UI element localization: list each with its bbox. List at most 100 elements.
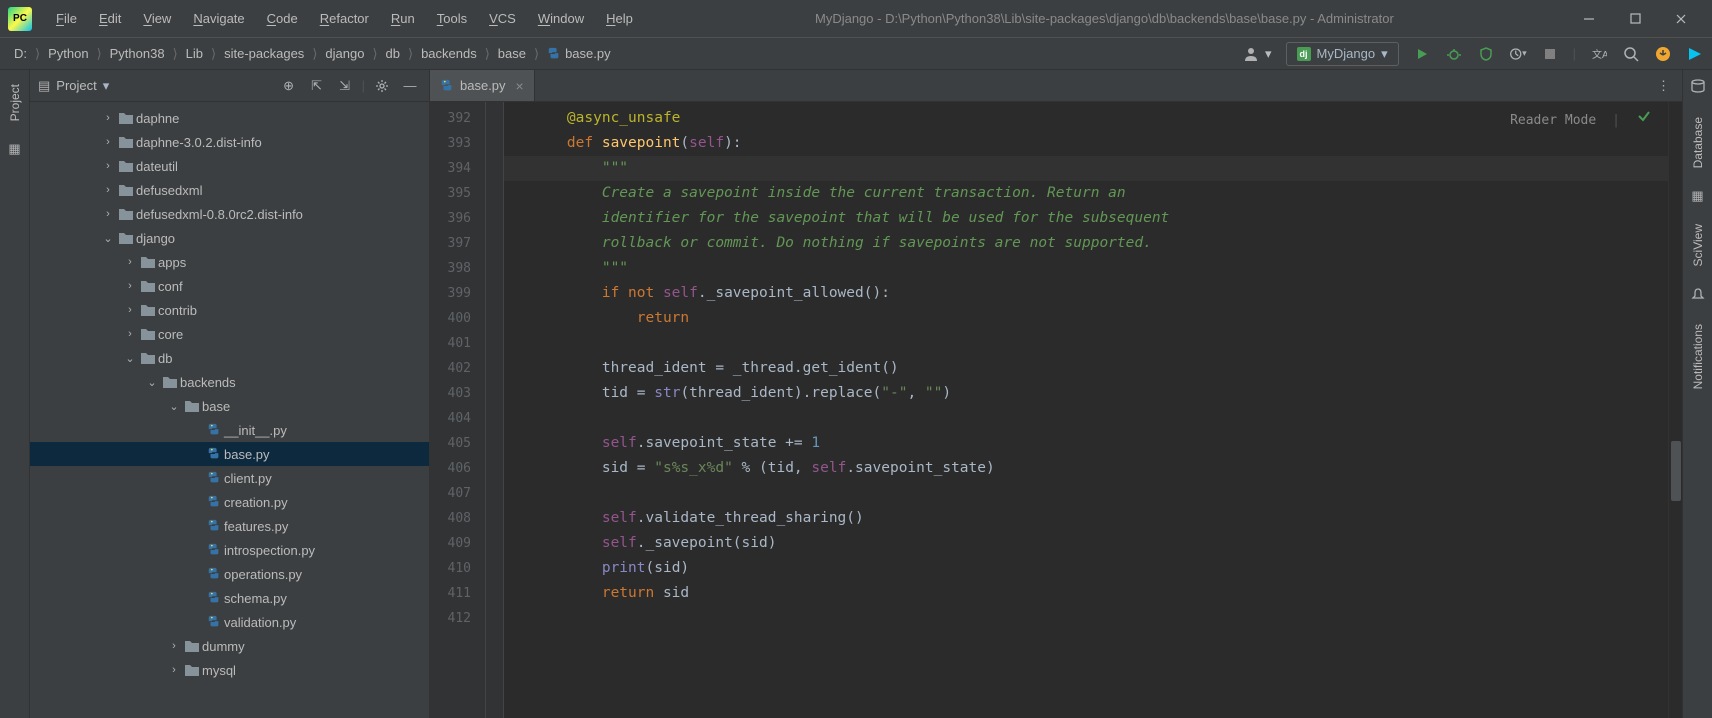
breadcrumb-item[interactable]: Python [42, 44, 94, 63]
tree-folder[interactable]: ›dummy [30, 634, 429, 658]
editor-scrollbar[interactable] [1668, 102, 1682, 718]
breadcrumb-item[interactable]: site-packages [218, 44, 310, 63]
tree-file[interactable]: creation.py [30, 490, 429, 514]
tree-file[interactable]: schema.py [30, 586, 429, 610]
code-line[interactable]: self.savepoint_state += 1 [504, 431, 1668, 456]
code-line[interactable]: return [504, 306, 1668, 331]
line-number[interactable]: 392 [430, 106, 485, 131]
search-button[interactable] [1622, 45, 1640, 63]
code-line[interactable]: rollback or commit. Do nothing if savepo… [504, 231, 1668, 256]
code-line[interactable] [504, 606, 1668, 631]
line-gutter[interactable]: 3923933943953963973983994004014024034044… [430, 102, 486, 718]
tree-folder[interactable]: ⌄base [30, 394, 429, 418]
tree-folder[interactable]: ›defusedxml-0.8.0rc2.dist-info [30, 202, 429, 226]
line-number[interactable]: 403 [430, 381, 485, 406]
breadcrumb-item[interactable]: django [319, 44, 370, 63]
code-line[interactable]: self._savepoint(sid) [504, 531, 1668, 556]
minimize-button[interactable] [1566, 4, 1612, 34]
tree-folder[interactable]: ›defusedxml [30, 178, 429, 202]
code-line[interactable] [504, 331, 1668, 356]
line-number[interactable]: 406 [430, 456, 485, 481]
expand-arrow-icon[interactable]: › [122, 304, 138, 316]
project-tree[interactable]: ›daphne›daphne-3.0.2.dist-info›dateutil›… [30, 102, 429, 718]
breadcrumb-item[interactable]: backends [415, 44, 483, 63]
tree-folder[interactable]: ›core [30, 322, 429, 346]
code-line[interactable]: @async_unsafe [504, 106, 1668, 131]
line-number[interactable]: 396 [430, 206, 485, 231]
debug-button[interactable] [1445, 45, 1463, 63]
menu-run[interactable]: Run [381, 7, 425, 30]
expand-arrow-icon[interactable]: › [122, 280, 138, 292]
run-button[interactable] [1413, 45, 1431, 63]
code-line[interactable]: tid = str(thread_ident).replace("-", "") [504, 381, 1668, 406]
breadcrumb-item[interactable]: base [492, 44, 532, 63]
add-configuration-button[interactable]: ▾ [1243, 46, 1272, 62]
code-area[interactable]: Reader Mode | @async_unsafe def savepoin… [504, 102, 1668, 718]
tree-folder[interactable]: ⌄django [30, 226, 429, 250]
breadcrumb-item[interactable]: D: [8, 44, 33, 63]
profile-button[interactable]: ▾ [1509, 45, 1527, 63]
line-number[interactable]: 394 [430, 156, 485, 181]
code-line[interactable] [504, 406, 1668, 431]
code-line[interactable]: print(sid) [504, 556, 1668, 581]
tree-folder[interactable]: ›apps [30, 250, 429, 274]
sciview-icon[interactable]: ▦ [1691, 188, 1703, 204]
tree-folder[interactable]: ⌄backends [30, 370, 429, 394]
line-number[interactable]: 405 [430, 431, 485, 456]
locate-button[interactable]: ⊕ [278, 75, 300, 97]
breadcrumb-item[interactable]: Lib [180, 44, 209, 63]
breadcrumb-item[interactable]: db [380, 44, 406, 63]
ide-features-icon[interactable] [1686, 45, 1704, 63]
fold-gutter[interactable] [486, 102, 504, 718]
menu-vcs[interactable]: VCS [479, 7, 526, 30]
menu-edit[interactable]: Edit [89, 7, 131, 30]
tree-file[interactable]: features.py [30, 514, 429, 538]
menu-help[interactable]: Help [596, 7, 643, 30]
settings-button[interactable] [371, 75, 393, 97]
expand-arrow-icon[interactable]: ⌄ [122, 352, 138, 365]
breadcrumb-item[interactable]: Python38 [104, 44, 171, 63]
tree-folder[interactable]: ›dateutil [30, 154, 429, 178]
menu-tools[interactable]: Tools [427, 7, 477, 30]
line-number[interactable]: 399 [430, 281, 485, 306]
line-number[interactable]: 393 [430, 131, 485, 156]
menu-view[interactable]: View [133, 7, 181, 30]
problems-status-icon[interactable] [1636, 108, 1652, 133]
code-line[interactable]: identifier for the savepoint that will b… [504, 206, 1668, 231]
expand-arrow-icon[interactable]: ⌄ [166, 400, 182, 413]
tree-folder[interactable]: ⌄db [30, 346, 429, 370]
code-line[interactable]: thread_ident = _thread.get_ident() [504, 356, 1668, 381]
structure-icon[interactable]: ▦ [8, 141, 20, 157]
tab-close-button[interactable]: × [516, 78, 524, 94]
line-number[interactable]: 407 [430, 481, 485, 506]
code-line[interactable]: """ [504, 156, 1668, 181]
line-number[interactable]: 402 [430, 356, 485, 381]
line-number[interactable]: 401 [430, 331, 485, 356]
expand-all-button[interactable]: ⇱ [306, 75, 328, 97]
line-number[interactable]: 398 [430, 256, 485, 281]
tab-options-button[interactable]: ⋮ [1645, 70, 1682, 101]
tree-folder[interactable]: ›contrib [30, 298, 429, 322]
line-number[interactable]: 408 [430, 506, 485, 531]
menu-window[interactable]: Window [528, 7, 594, 30]
expand-arrow-icon[interactable]: › [166, 664, 182, 676]
expand-arrow-icon[interactable]: › [100, 136, 116, 148]
tree-folder[interactable]: ›daphne [30, 106, 429, 130]
tree-folder[interactable]: ›mysql [30, 658, 429, 682]
line-number[interactable]: 410 [430, 556, 485, 581]
scrollbar-thumb[interactable] [1671, 441, 1681, 501]
notifications-icon[interactable] [1691, 287, 1705, 304]
chevron-down-icon[interactable]: ▾ [103, 78, 110, 94]
expand-arrow-icon[interactable]: › [100, 184, 116, 196]
line-number[interactable]: 404 [430, 406, 485, 431]
tree-file[interactable]: introspection.py [30, 538, 429, 562]
translate-icon[interactable]: 文A [1590, 45, 1608, 63]
expand-arrow-icon[interactable]: › [122, 256, 138, 268]
code-line[interactable]: """ [504, 256, 1668, 281]
run-config-selector[interactable]: dj MyDjango ▾ [1286, 42, 1399, 66]
database-icon[interactable] [1690, 78, 1706, 97]
maximize-button[interactable] [1612, 4, 1658, 34]
hide-button[interactable]: — [399, 75, 421, 97]
line-number[interactable]: 395 [430, 181, 485, 206]
code-line[interactable]: Create a savepoint inside the current tr… [504, 181, 1668, 206]
